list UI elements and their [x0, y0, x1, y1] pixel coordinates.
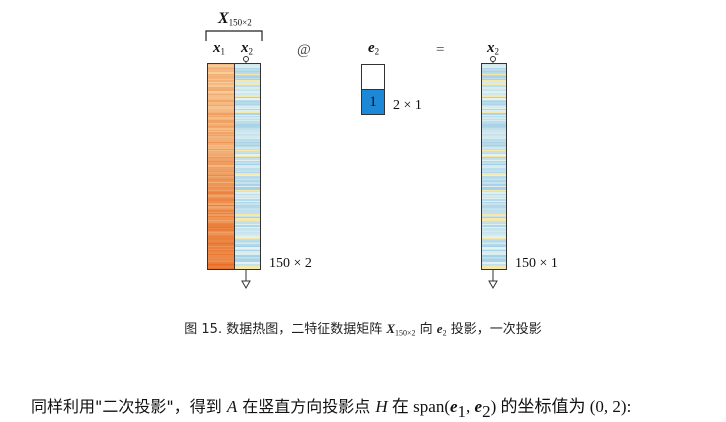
col2-down-arrow: [241, 270, 251, 290]
result-dims: 150 × 1: [515, 256, 558, 271]
heatmap-column-2: [234, 63, 261, 270]
vector-dims: 2 × 1: [393, 98, 422, 113]
col1-label: x1: [213, 40, 225, 57]
matrix-label: X150×2: [218, 10, 252, 28]
result-label: x2: [487, 40, 499, 57]
matrix-subscript: 150×2: [228, 17, 252, 28]
figure-caption: 图 15. 数据热图，二特征数据矩阵 X150×2 向 e2 投影，一次投影: [184, 321, 542, 338]
vector-label: e2: [368, 40, 380, 57]
matmul-operator: @: [297, 42, 311, 58]
body-paragraph: 同样利用"二次投影"，得到 A 在竖直方向投影点 H 在 span(e1, e2…: [31, 397, 632, 422]
vector-cell-1: [361, 64, 385, 90]
heatmap-row: [208, 267, 234, 269]
matrix-dims: 150 × 2: [269, 256, 312, 271]
heatmap-column-1: [207, 63, 235, 270]
col2-label: x2: [241, 40, 253, 57]
equals-operator: =: [436, 42, 445, 58]
vector-cell-2: 1: [361, 89, 385, 115]
result-down-arrow: [488, 270, 498, 290]
matrix-symbol: X: [218, 10, 229, 27]
heatmap-result-column: [481, 63, 507, 270]
